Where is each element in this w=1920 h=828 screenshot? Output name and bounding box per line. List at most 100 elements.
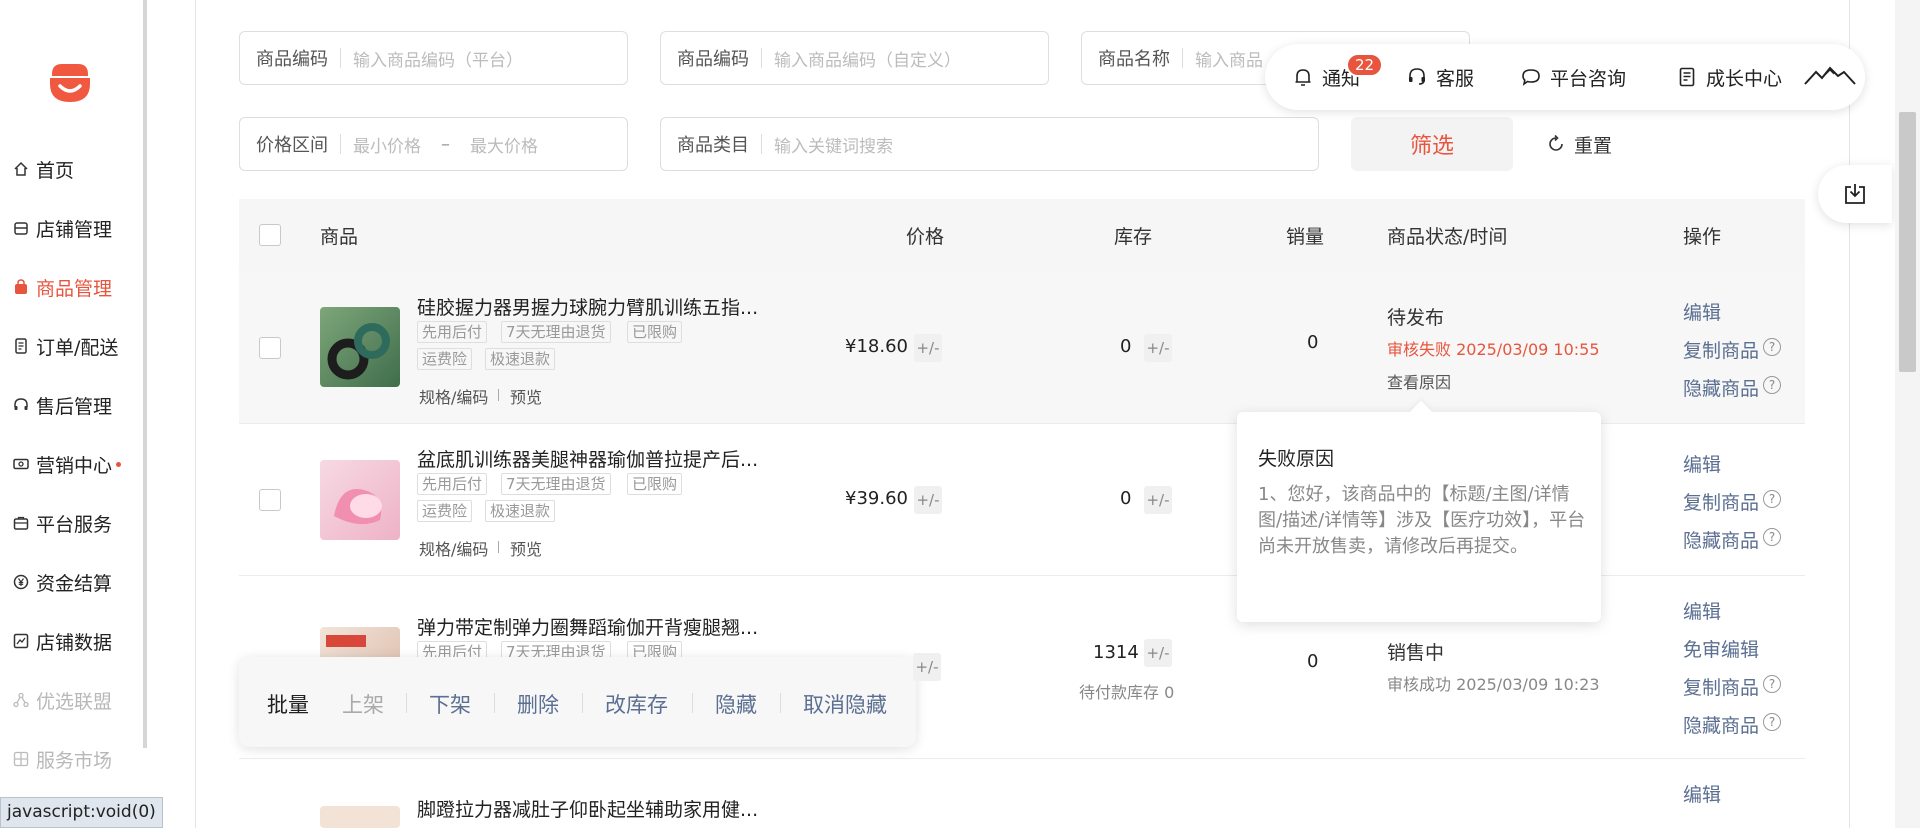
sidebar-item-finance[interactable]: 资金结算 — [12, 567, 112, 597]
sidebar-item-home[interactable]: 首页 — [12, 154, 74, 184]
copy-product-link[interactable]: 复制商品 — [1683, 488, 1759, 515]
copy-product-link[interactable]: 复制商品 — [1683, 673, 1759, 700]
category-input[interactable]: 输入关键词搜索 — [774, 132, 893, 157]
sidebar-item-alliance[interactable]: 优选联盟 — [12, 685, 112, 715]
spec-code-link[interactable]: 规格/编码 — [419, 536, 488, 560]
tag: 7天无理由退货 — [501, 321, 611, 343]
help-icon[interactable]: ? — [1763, 338, 1781, 356]
sidebar-item-label: 店铺数据 — [36, 631, 113, 654]
sidebar-item-marketing[interactable]: 营销中心 — [12, 449, 122, 479]
sales-value: 0 — [1307, 332, 1319, 353]
max-price-input[interactable]: 最大价格 — [470, 132, 538, 157]
product-title[interactable]: 硅胶握力器男握力球腕力臂肌训练五指... — [417, 293, 758, 320]
product-thumbnail[interactable] — [320, 806, 400, 828]
code-custom-input[interactable]: 输入商品编码（自定义） — [774, 46, 961, 71]
hide-product-link[interactable]: 隐藏商品 — [1683, 711, 1759, 738]
sidebar-item-data[interactable]: 店铺数据 — [12, 626, 112, 656]
batch-hide-button[interactable]: 隐藏 — [715, 689, 757, 719]
sidebar-item-label: 售后管理 — [36, 395, 113, 418]
edit-stock-button[interactable]: +/- — [1144, 334, 1172, 362]
hide-product-link[interactable]: 隐藏商品 — [1683, 374, 1759, 401]
sidebar-item-shop[interactable]: 店铺管理 — [12, 213, 112, 243]
tag: 已限购 — [627, 321, 683, 343]
reset-button[interactable]: 重置 — [1546, 129, 1612, 159]
view-reason-link[interactable]: 查看原因 — [1387, 369, 1451, 393]
code-custom-field[interactable]: 商品编码 输入商品编码（自定义） — [660, 31, 1049, 85]
sidebar-item-label: 服务市场 — [36, 749, 113, 772]
divider — [1849, 0, 1850, 828]
edit-stock-button[interactable]: +/- — [1144, 639, 1172, 667]
divider — [780, 693, 781, 713]
product-title[interactable]: 脚蹬拉力器减肚子仰卧起坐辅助家用健... — [417, 795, 758, 822]
edit-link[interactable]: 编辑 — [1683, 780, 1721, 807]
hide-product-link[interactable]: 隐藏商品 — [1683, 526, 1759, 553]
edit-link[interactable]: 编辑 — [1683, 298, 1721, 325]
select-all-checkbox[interactable] — [259, 224, 281, 246]
help-icon[interactable]: ? — [1763, 713, 1781, 731]
help-icon[interactable]: ? — [1763, 376, 1781, 394]
batch-list-button[interactable]: 上架 — [342, 689, 384, 719]
sidebar-item-label: 商品管理 — [36, 277, 113, 300]
quick-edit-link[interactable]: 免审编辑 — [1683, 635, 1759, 662]
help-icon[interactable]: ? — [1763, 675, 1781, 693]
stock-value: 1314 — [1093, 642, 1139, 663]
sidebar-item-orders[interactable]: 订单/配送 — [12, 331, 118, 361]
product-title[interactable]: 盆底肌训练器美腿神器瑜伽普拉提产后... — [417, 445, 758, 472]
app-logo-icon — [46, 58, 94, 106]
popover-body: 1、您好，该商品中的【标题/主图/详情图/描述/详情等】涉及【医疗功效】，平台尚… — [1258, 484, 1586, 557]
scrollbar-thumb[interactable] — [1899, 112, 1916, 372]
page-scrollbar[interactable] — [1895, 0, 1920, 828]
code-platform-field[interactable]: 商品编码 输入商品编码（平台） — [239, 31, 628, 85]
batch-delete-button[interactable]: 删除 — [517, 689, 559, 719]
divider — [692, 693, 693, 713]
row-checkbox[interactable] — [259, 337, 281, 359]
batch-delist-button[interactable]: 下架 — [429, 689, 471, 719]
spec-code-link[interactable]: 规格/编码 — [419, 384, 488, 408]
edit-price-button[interactable]: +/- — [913, 653, 941, 681]
product-name-input[interactable]: 输入商品 — [1195, 46, 1263, 71]
edit-price-button[interactable]: +/- — [914, 486, 942, 514]
sidebar-item-label: 资金结算 — [36, 572, 113, 595]
export-button[interactable] — [1818, 165, 1892, 223]
header-stock: 库存 — [1114, 226, 1153, 248]
preview-link[interactable]: 预览 — [510, 536, 542, 560]
batch-unhide-button[interactable]: 取消隐藏 — [803, 689, 887, 719]
range-dash: – — [441, 133, 450, 155]
edit-stock-button[interactable]: +/- — [1144, 486, 1172, 514]
sidebar-item-market[interactable]: 服务市场 — [12, 744, 112, 774]
header-price: 价格 — [906, 226, 945, 248]
product-thumbnail[interactable] — [320, 307, 400, 387]
sidebar-item-products[interactable]: 商品管理 — [12, 272, 112, 302]
help-icon[interactable]: ? — [1763, 490, 1781, 508]
download-icon — [1845, 184, 1865, 204]
status-bar-url: javascript:void(0) — [0, 797, 163, 828]
sidebar-item-aftersales[interactable]: 售后管理 — [12, 390, 112, 420]
price-value: ¥18.60 — [845, 336, 908, 357]
field-label: 商品编码 — [677, 49, 749, 70]
product-thumbnail[interactable] — [320, 460, 400, 540]
price-range-field[interactable]: 价格区间 最小价格 – 最大价格 — [239, 117, 628, 171]
header-ops: 操作 — [1683, 226, 1722, 248]
preview-link[interactable]: 预览 — [510, 384, 542, 408]
edit-link[interactable]: 编辑 — [1683, 450, 1721, 477]
min-price-input[interactable]: 最小价格 — [353, 132, 421, 157]
tag: 极速退款 — [485, 348, 556, 370]
code-platform-input[interactable]: 输入商品编码（平台） — [353, 46, 523, 71]
service-button[interactable]: 客服 — [1406, 62, 1474, 92]
edit-price-button[interactable]: +/- — [914, 334, 942, 362]
edit-link[interactable]: 编辑 — [1683, 597, 1721, 624]
filter-button[interactable]: 筛选 — [1351, 117, 1513, 171]
divider — [761, 48, 762, 68]
help-icon[interactable]: ? — [1763, 528, 1781, 546]
copy-product-link[interactable]: 复制商品 — [1683, 336, 1759, 363]
consult-button[interactable]: 平台咨询 — [1520, 62, 1626, 92]
consult-label: 平台咨询 — [1550, 67, 1627, 90]
sidebar-item-services[interactable]: 平台服务 — [12, 508, 112, 538]
category-field[interactable]: 商品类目 输入关键词搜索 — [660, 117, 1319, 171]
batch-edit-stock-button[interactable]: 改库存 — [605, 689, 668, 719]
growth-center-button[interactable]: 成长中心 — [1676, 62, 1782, 92]
row-checkbox[interactable] — [259, 489, 281, 511]
product-title[interactable]: 弹力带定制弹力圈舞蹈瑜伽开背瘦腿翘... — [417, 613, 758, 640]
sidebar-scrollbar[interactable] — [143, 0, 147, 748]
mountain-logo-icon[interactable] — [1804, 64, 1856, 92]
